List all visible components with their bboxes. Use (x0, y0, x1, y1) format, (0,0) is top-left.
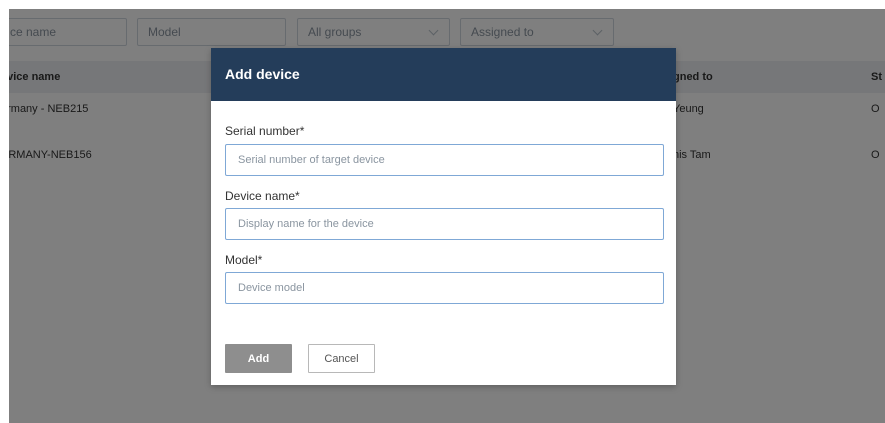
device-management-page: ce name Model All groups Assigned to evi… (9, 9, 885, 423)
add-device-dialog: Add device Serial number* Device name* M… (211, 48, 676, 385)
dialog-header: Add device (211, 48, 676, 101)
model-input[interactable] (225, 272, 664, 304)
cancel-button[interactable]: Cancel (308, 344, 375, 373)
serial-number-input[interactable] (225, 144, 664, 176)
device-name-input[interactable] (225, 208, 664, 240)
model-label: Model* (225, 253, 263, 267)
serial-number-label: Serial number* (225, 124, 305, 138)
device-name-label: Device name* (225, 189, 300, 203)
add-button[interactable]: Add (225, 344, 292, 373)
dialog-title: Add device (225, 66, 300, 82)
